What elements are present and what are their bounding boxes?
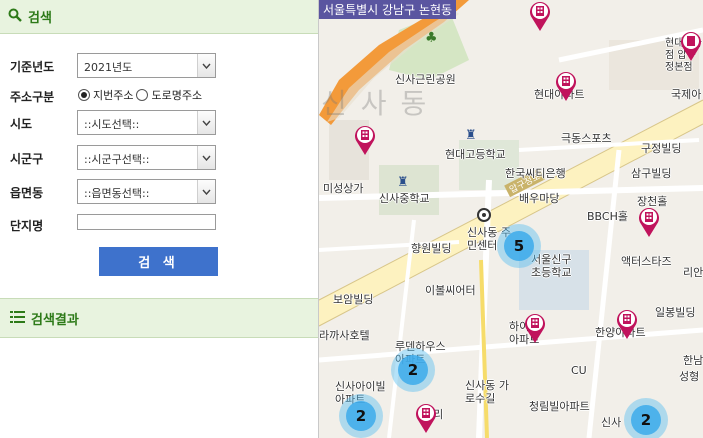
map-label: 향원빌딩 bbox=[411, 242, 452, 255]
road-radio[interactable] bbox=[136, 89, 149, 101]
apartment-pin-icon[interactable] bbox=[637, 206, 661, 238]
school-icon: ♜ bbox=[465, 128, 477, 143]
sigungu-select[interactable]: ::시군구선택:: bbox=[77, 145, 216, 170]
danji-label: 단지명 bbox=[10, 219, 44, 233]
map-label: BBCH홀 bbox=[587, 210, 628, 223]
map-label: 보암빌딩 bbox=[333, 293, 374, 306]
apartment-pin-icon[interactable] bbox=[554, 70, 578, 102]
apartment-pin-icon[interactable] bbox=[679, 30, 703, 62]
sido-row: 시도 ::시도선택:: bbox=[0, 110, 318, 136]
addr-type-radios: 지번주소 도로명주소 bbox=[78, 87, 202, 103]
map-label: 현대고등학교 bbox=[445, 148, 506, 161]
map-label: 신사중학교 bbox=[379, 192, 430, 205]
year-label: 기준년도 bbox=[10, 60, 55, 74]
map-label: 국제아 bbox=[671, 88, 702, 101]
map-label: 구정빌딩 bbox=[641, 142, 682, 155]
addr-type-label: 주소구분 bbox=[10, 90, 55, 104]
results-title: 검색결과 bbox=[31, 312, 79, 328]
addr-type-row: 주소구분 지번주소 도로명주소 bbox=[0, 83, 318, 109]
sido-label: 시도 bbox=[10, 117, 33, 131]
map-label: 서울신구 초등학교 bbox=[531, 253, 572, 279]
sido-select-value: ::시도선택:: bbox=[84, 118, 140, 131]
year-select-value: 2021년도 bbox=[84, 61, 133, 74]
map-label: 신사동 가로수길 bbox=[465, 379, 509, 405]
sigungu-label: 시군구 bbox=[10, 152, 44, 166]
map-label: 라까사호텔 bbox=[319, 329, 370, 342]
map-label: 신사 bbox=[601, 416, 622, 429]
eupmyeon-select[interactable]: ::읍면동선택:: bbox=[77, 179, 216, 204]
map-label: 일봉빌딩 bbox=[655, 306, 696, 319]
sido-select[interactable]: ::시도선택:: bbox=[77, 110, 216, 135]
cluster-count: 2 bbox=[398, 355, 428, 385]
apartment-pin-icon[interactable] bbox=[528, 0, 552, 32]
cluster-count: 2 bbox=[346, 401, 376, 431]
cluster-count: 2 bbox=[631, 405, 661, 435]
apartment-pin-icon[interactable] bbox=[523, 312, 547, 344]
search-panel: 검색 기준년도 2021년도 주소구분 지번주소 도로명주소 시도 ::시도선택… bbox=[0, 0, 319, 438]
district-watermark: 신사동 bbox=[321, 87, 441, 120]
search-icon bbox=[8, 8, 22, 25]
eupmyeon-label: 읍면동 bbox=[10, 186, 44, 200]
road-radio-label: 도로명주소 bbox=[151, 89, 203, 102]
cluster-count: 5 bbox=[504, 231, 534, 261]
map-label: 액터스타즈 bbox=[621, 255, 672, 268]
chevron-down-icon bbox=[197, 54, 215, 77]
search-header: 검색 bbox=[0, 0, 318, 34]
chevron-down-icon bbox=[197, 180, 215, 203]
danji-input[interactable] bbox=[77, 214, 216, 230]
map-label: 신사근린공원 bbox=[395, 73, 456, 86]
chevron-down-icon bbox=[197, 146, 215, 169]
map-label: 극동스포츠 bbox=[561, 132, 612, 145]
map-label: 배우마당 bbox=[519, 192, 560, 205]
map-view[interactable]: 신사동 압구정로 서울특별시 강남구 논현동 신사근린공원 현대백화점 압구정본… bbox=[319, 0, 703, 438]
search-button[interactable]: 검 색 bbox=[99, 247, 218, 276]
map-label: CU bbox=[571, 364, 587, 377]
chevron-down-icon bbox=[197, 111, 215, 134]
map-label: 한국씨티은행 bbox=[505, 167, 566, 180]
map-cluster[interactable]: 5 bbox=[497, 224, 541, 268]
school-icon: ♜ bbox=[397, 175, 409, 190]
map-label: 이볼씨어터 bbox=[425, 284, 476, 297]
search-title: 검색 bbox=[28, 11, 52, 26]
map-label: 삼구빌딩 bbox=[631, 167, 672, 180]
map-label: 성형 bbox=[679, 370, 700, 383]
list-icon bbox=[10, 310, 25, 327]
eupmyeon-row: 읍면동 ::읍면동선택:: bbox=[0, 179, 318, 205]
eupmyeon-select-value: ::읍면동선택:: bbox=[84, 187, 150, 200]
apartment-pin-icon[interactable] bbox=[414, 402, 438, 434]
map-label: 한남 bbox=[683, 354, 703, 367]
sigungu-select-value: ::시군구선택:: bbox=[84, 153, 150, 166]
map-cluster[interactable]: 2 bbox=[624, 398, 668, 438]
jibun-radio[interactable] bbox=[78, 89, 90, 101]
apartment-pin-icon[interactable] bbox=[615, 308, 639, 340]
results-header: 검색결과 bbox=[0, 298, 318, 338]
office-marker-icon bbox=[477, 208, 491, 222]
map-cluster[interactable]: 2 bbox=[391, 348, 435, 392]
map-label: 리안 bbox=[683, 266, 703, 279]
year-row: 기준년도 2021년도 bbox=[0, 53, 318, 79]
park-tree-icon: ♣ bbox=[425, 30, 438, 46]
map-cluster[interactable]: 2 bbox=[339, 394, 383, 438]
jibun-radio-label: 지번주소 bbox=[93, 89, 134, 102]
map-label: 미성상가 bbox=[323, 182, 364, 195]
apartment-pin-icon[interactable] bbox=[353, 124, 377, 156]
year-select[interactable]: 2021년도 bbox=[77, 53, 216, 78]
location-banner: 서울특별시 강남구 논현동 bbox=[319, 0, 457, 19]
map-label: 청림빌아파트 bbox=[529, 400, 590, 413]
sigungu-row: 시군구 ::시군구선택:: bbox=[0, 145, 318, 171]
danji-row: 단지명 bbox=[0, 212, 318, 238]
